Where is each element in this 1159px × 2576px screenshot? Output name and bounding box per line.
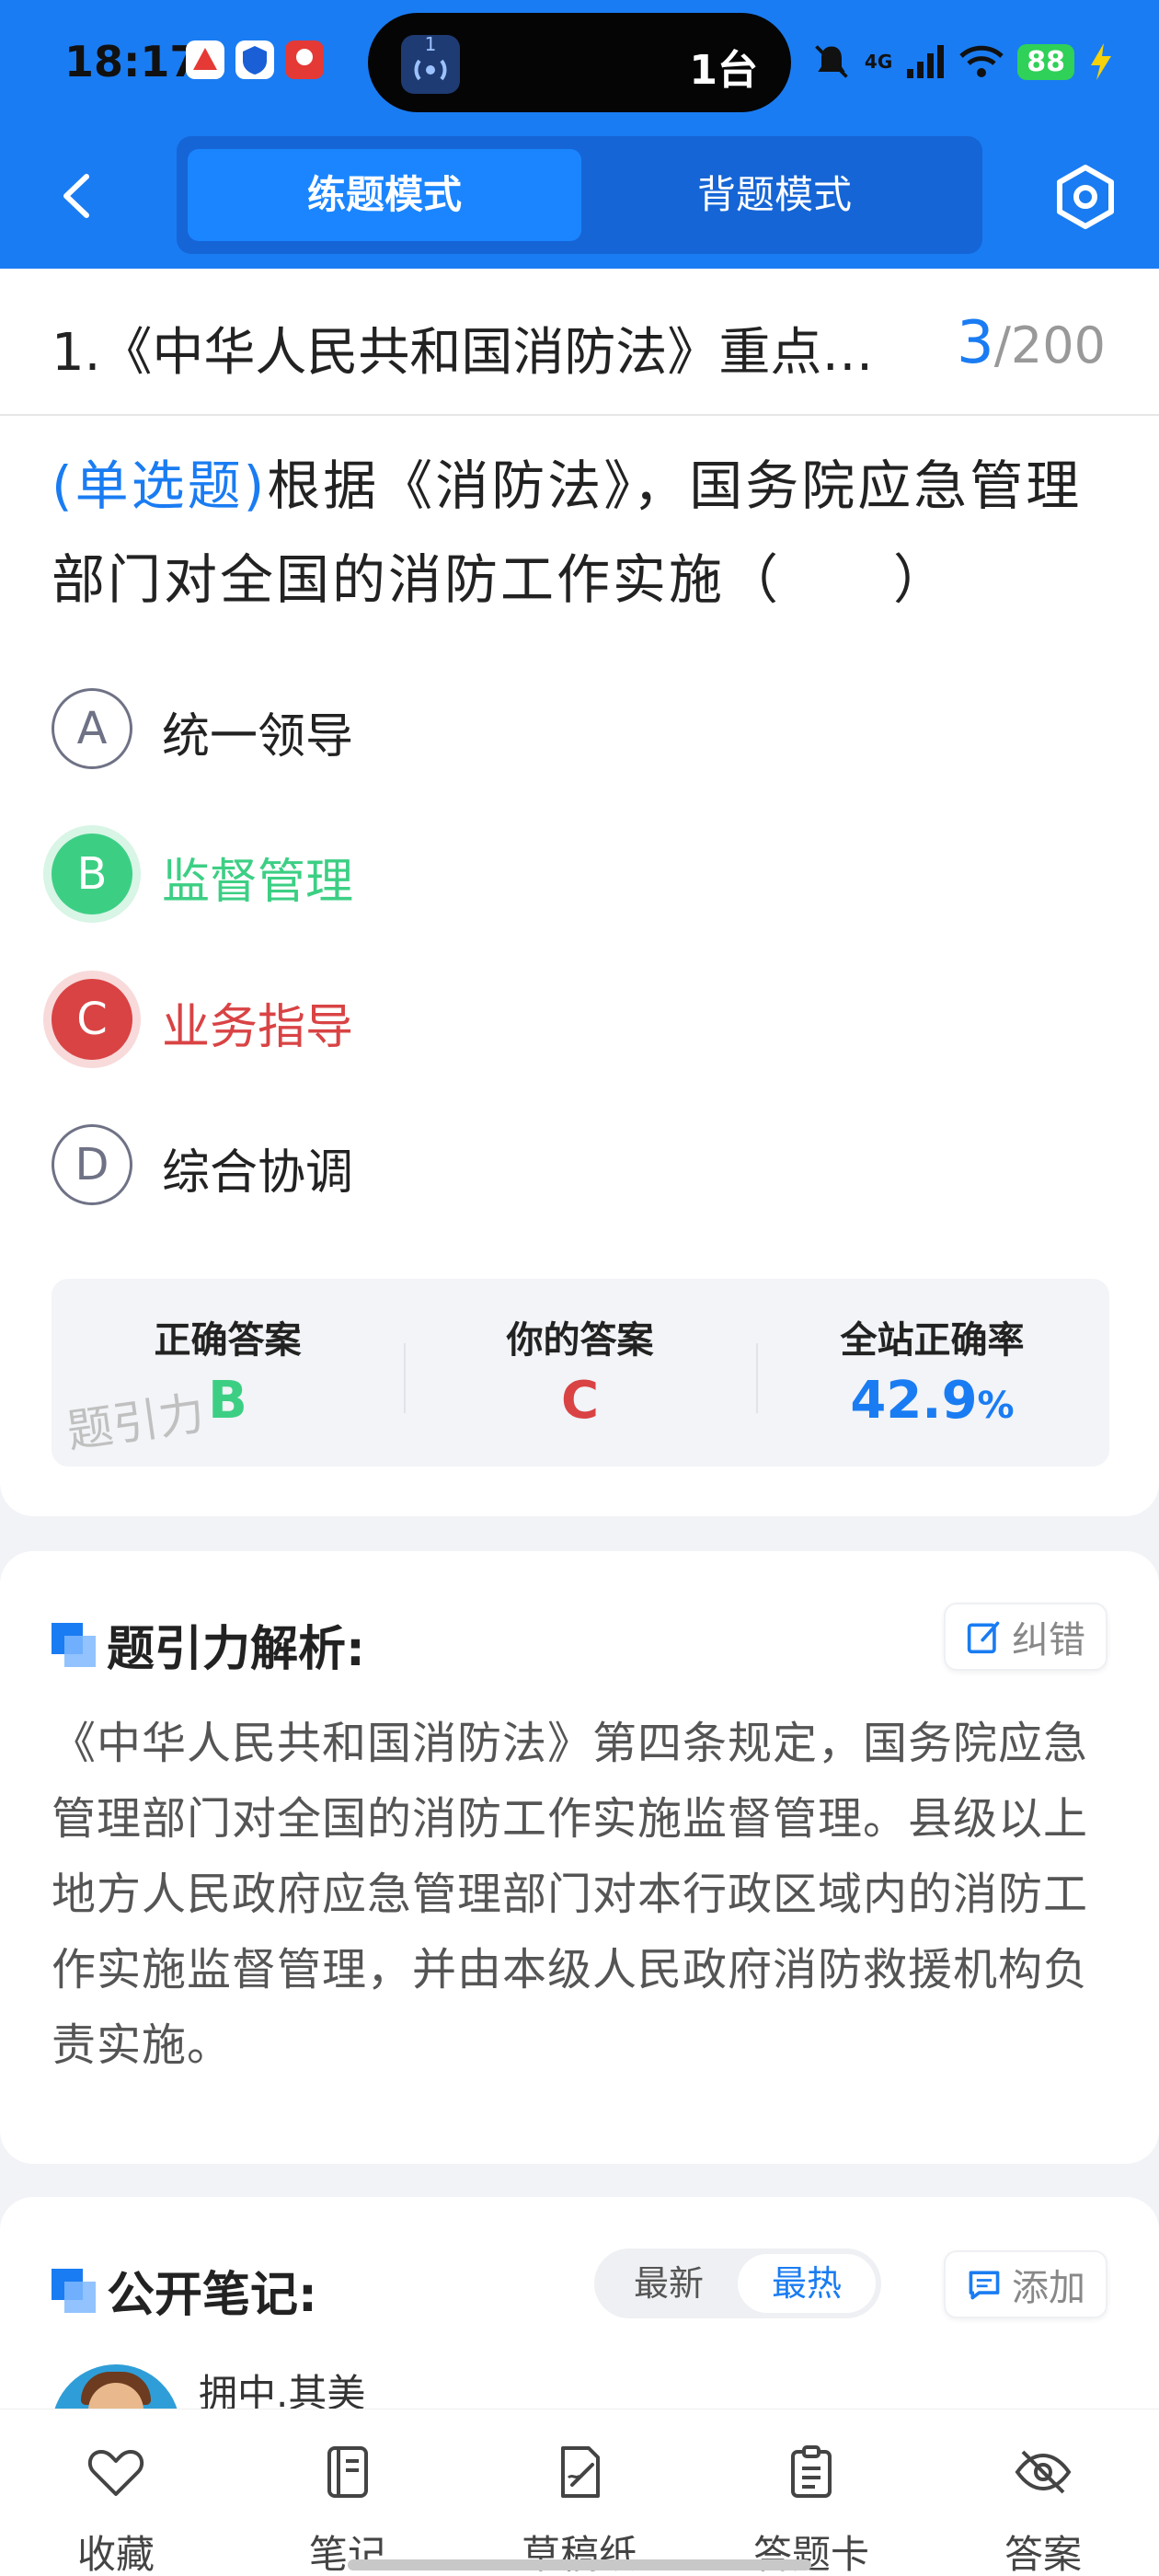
bell-muted-icon xyxy=(815,45,848,78)
option-text: 业务指导 xyxy=(162,1000,354,1055)
clipboard-icon xyxy=(791,2445,832,2498)
report-error-button[interactable]: 纠错 xyxy=(944,1603,1107,1671)
battery-level: 88 xyxy=(1017,43,1074,80)
mode-tabs: 练题模式 背题模式 xyxy=(177,136,982,254)
back-button[interactable] xyxy=(46,164,110,228)
current-question-number: 3 xyxy=(957,309,994,377)
option-letter: A xyxy=(52,688,132,769)
answer-sheet-button[interactable]: 答题卡 xyxy=(729,2409,894,2576)
top-header: 18:17 1 1台 4G 88 练题模式 背题模式 xyxy=(0,0,1159,269)
show-answer-label: 答案 xyxy=(1004,2532,1082,2576)
add-note-label: 添加 xyxy=(1012,2267,1085,2309)
answer-summary: 正确答案 题引力 B 你的答案 C 全站正确率 42.9% xyxy=(52,1279,1109,1466)
option-text: 统一领导 xyxy=(162,709,354,765)
edit-icon xyxy=(967,1621,1000,1654)
correct-answer-column: 正确答案 题引力 B xyxy=(52,1279,404,1466)
add-note-button[interactable]: 添加 xyxy=(944,2250,1107,2318)
red-app-icon xyxy=(285,40,324,79)
report-error-label: 纠错 xyxy=(1012,1619,1085,1662)
show-answer-button[interactable]: 答案 xyxy=(960,2409,1126,2576)
network-type: 4G xyxy=(864,51,893,73)
dynamic-island[interactable]: 1 1台 xyxy=(368,13,791,112)
notes-title: 公开笔记: xyxy=(107,2268,317,2323)
analysis-card: 题引力解析: 纠错 《中华人民共和国消防法》第四条规定，国务院应急管理部门对全国… xyxy=(0,1551,1159,2164)
wifi-icon xyxy=(959,45,1004,77)
option-c[interactable]: C 业务指导 xyxy=(52,979,1109,1062)
your-answer-value: C xyxy=(560,1371,600,1431)
your-answer-column: 你的答案 C xyxy=(404,1279,756,1466)
eye-off-icon xyxy=(1015,2450,1072,2494)
hexagon-settings-icon xyxy=(1057,165,1114,229)
question-counter[interactable]: 3/200 xyxy=(957,309,1106,377)
chevron-left-icon xyxy=(63,174,89,218)
favorite-label: 收藏 xyxy=(76,2532,155,2576)
status-bar: 18:17 1 1台 4G 88 xyxy=(0,0,1159,129)
option-letter: B xyxy=(52,834,132,914)
option-text: 监督管理 xyxy=(162,855,354,910)
analysis-title: 题引力解析: xyxy=(107,1622,365,1677)
signal-icon xyxy=(907,45,945,78)
section-squares-icon xyxy=(52,2269,96,2313)
tab-memorize-mode[interactable]: 背题模式 xyxy=(578,149,971,241)
heart-icon xyxy=(87,2450,144,2496)
question-type: (单选题) xyxy=(52,454,268,517)
nav-bar: 练题模式 背题模式 xyxy=(0,136,1159,256)
sort-latest-tab[interactable]: 最新 xyxy=(600,2254,738,2313)
broadcast-icon: 1 xyxy=(401,33,460,94)
option-letter: C xyxy=(52,979,132,1060)
accuracy-unit: % xyxy=(977,1385,1015,1427)
option-b[interactable]: B 监督管理 xyxy=(52,834,1109,916)
option-letter: D xyxy=(52,1124,132,1205)
total-questions: 200 xyxy=(1010,316,1106,374)
option-text: 综合协调 xyxy=(162,1145,354,1201)
your-answer-label: 你的答案 xyxy=(506,1319,654,1362)
system-icons: 4G 88 xyxy=(811,37,1115,86)
counter-separator: / xyxy=(993,316,1011,374)
shield-app-icon xyxy=(235,40,274,79)
option-d[interactable]: D 综合协调 xyxy=(52,1124,1109,1207)
status-time: 18:17 xyxy=(64,37,200,86)
question-stem: (单选题)根据《消防法》，国务院应急管理部门对全国的消防工作实施（ ） xyxy=(52,439,1119,627)
charging-icon xyxy=(1091,43,1111,80)
notes-button[interactable]: 笔记 xyxy=(265,2409,430,2576)
accuracy-label: 全站正确率 xyxy=(840,1319,1025,1362)
correct-answer-value: B xyxy=(208,1371,247,1431)
app-notification-icon xyxy=(186,40,224,79)
accuracy-column: 全站正确率 42.9% xyxy=(756,1279,1108,1466)
question-card: 1.《中华人民共和国消防法》重点… 3/200 (单选题)根据《消防法》，国务院… xyxy=(0,269,1159,1516)
sort-hottest-tab[interactable]: 最热 xyxy=(738,2254,876,2313)
notes-sort-tabs: 最新 最热 xyxy=(594,2248,881,2318)
section-squares-icon xyxy=(52,1623,96,1667)
notebook-icon xyxy=(327,2446,368,2498)
draft-paper-button[interactable]: 草稿纸 xyxy=(497,2409,662,2576)
island-text: 1台 xyxy=(689,47,758,94)
draft-pencil-icon xyxy=(561,2446,600,2498)
comment-icon xyxy=(969,2271,1000,2300)
tab-practice-mode[interactable]: 练题模式 xyxy=(188,149,581,241)
option-a[interactable]: A 统一领导 xyxy=(52,688,1109,771)
chapter-title[interactable]: 1.《中华人民共和国消防法》重点… xyxy=(52,311,907,385)
bottom-toolbar: 收藏 笔记 草稿纸 答题卡 答案 xyxy=(0,2409,1159,2576)
correct-answer-label: 正确答案 xyxy=(154,1319,302,1362)
accuracy-number: 42.9 xyxy=(850,1371,978,1431)
settings-button[interactable] xyxy=(1049,160,1122,234)
analysis-text: 《中华人民共和国消防法》第四条规定，国务院应急管理部门对全国的消防工作实施监督管… xyxy=(52,1718,1089,2071)
home-indicator[interactable] xyxy=(348,2559,811,2570)
favorite-button[interactable]: 收藏 xyxy=(33,2409,199,2576)
accuracy-value: 42.9% xyxy=(756,1371,1108,1431)
question-header: 1.《中华人民共和国消防法》重点… 3/200 xyxy=(0,269,1159,416)
